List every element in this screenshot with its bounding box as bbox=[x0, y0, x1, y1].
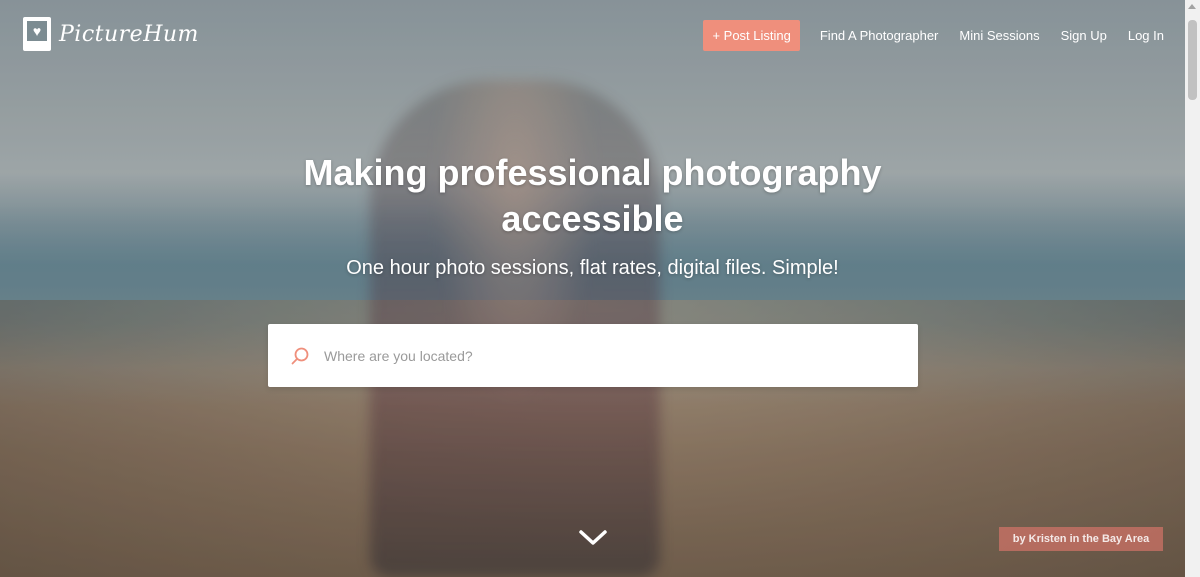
top-nav: + Post Listing Find A Photographer Mini … bbox=[703, 20, 1164, 51]
page-scrollbar[interactable] bbox=[1185, 0, 1200, 577]
hero-title-line1: Making professional photography bbox=[303, 152, 882, 193]
nav-mini-sessions[interactable]: Mini Sessions bbox=[959, 28, 1039, 43]
location-search-box[interactable] bbox=[268, 324, 918, 387]
scrollbar-thumb[interactable] bbox=[1188, 20, 1197, 100]
scroll-up-icon[interactable] bbox=[1188, 4, 1196, 9]
brand-logo[interactable]: ♥ PictureHum bbox=[23, 17, 199, 51]
hero-title-line2: accessible bbox=[501, 198, 684, 239]
hero-title: Making professional photography accessib… bbox=[0, 150, 1185, 242]
nav-find-photographer[interactable]: Find A Photographer bbox=[820, 28, 939, 43]
photo-credit[interactable]: by Kristen in the Bay Area bbox=[999, 527, 1163, 551]
hero-subtitle: One hour photo sessions, flat rates, dig… bbox=[346, 257, 839, 279]
hero-background bbox=[0, 0, 1185, 577]
brand-name: PictureHum bbox=[59, 21, 199, 47]
nav-log-in[interactable]: Log In bbox=[1128, 28, 1164, 43]
nav-sign-up[interactable]: Sign Up bbox=[1061, 28, 1107, 43]
location-search-input[interactable] bbox=[322, 346, 886, 365]
chevron-down-icon[interactable] bbox=[578, 528, 608, 548]
polaroid-heart-icon: ♥ bbox=[23, 17, 51, 51]
post-listing-button[interactable]: + Post Listing bbox=[703, 20, 800, 51]
search-icon bbox=[291, 347, 309, 364]
